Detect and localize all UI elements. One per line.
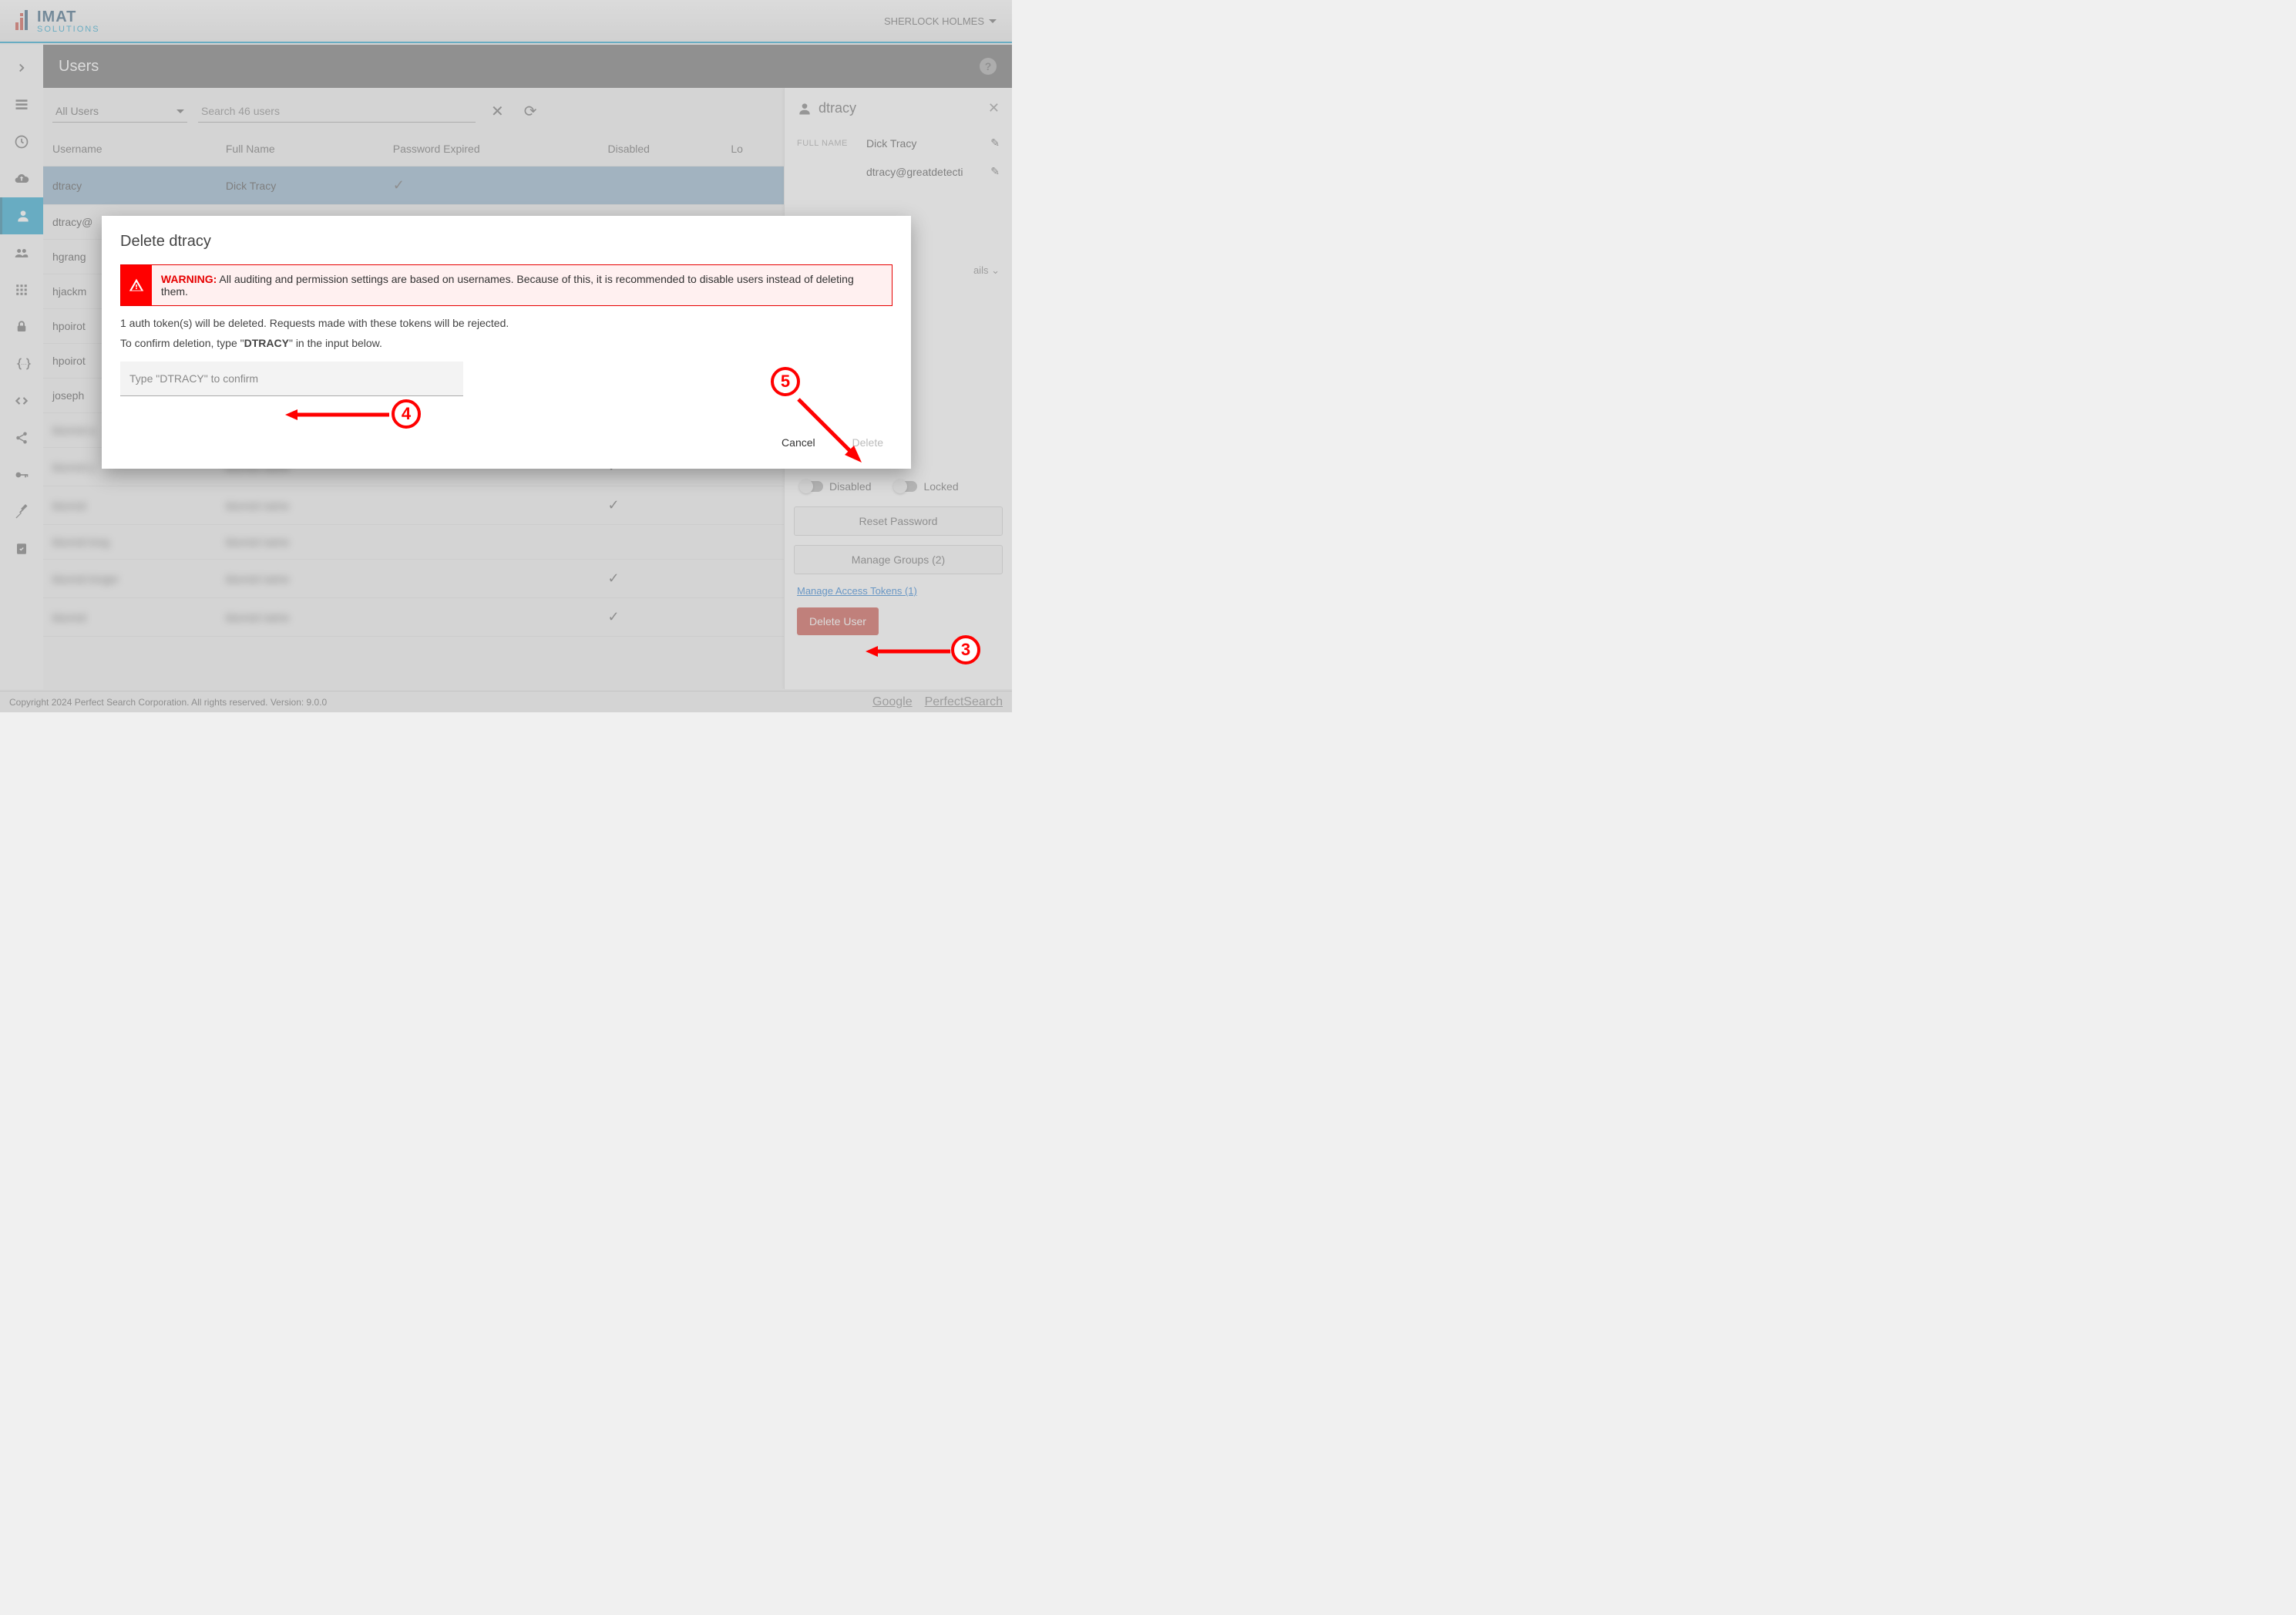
confirm-instruction: To confirm deletion, type "DTRACY" in th… (120, 337, 893, 349)
confirm-input[interactable] (120, 362, 463, 396)
annotation-arrow-4 (285, 409, 393, 421)
annotation-arrow-3 (866, 645, 954, 658)
annotation-arrow-5 (792, 393, 869, 470)
annotation-4: 4 (392, 399, 421, 429)
annotation-3: 3 (951, 635, 980, 665)
token-text: 1 auth token(s) will be deleted. Request… (120, 317, 893, 329)
warning-label: WARNING: (161, 273, 217, 285)
delete-modal: Delete dtracy WARNING: All auditing and … (102, 216, 911, 469)
modal-title: Delete dtracy (120, 233, 893, 251)
warning-text: All auditing and permission settings are… (161, 273, 854, 298)
warning-box: WARNING: All auditing and permission set… (120, 264, 893, 306)
warning-icon (121, 265, 152, 305)
annotation-5: 5 (771, 367, 800, 396)
